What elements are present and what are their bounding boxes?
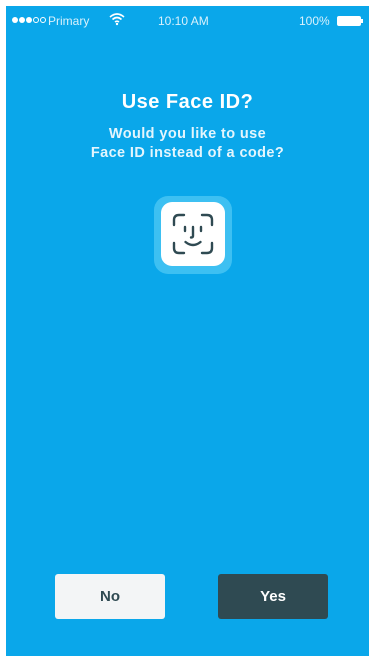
screen: Primary 10:10 AM 100% Use Face ID? Would… bbox=[6, 6, 369, 656]
no-button[interactable]: No bbox=[55, 574, 165, 619]
page-title: Use Face ID? bbox=[121, 91, 254, 113]
status-time: 10:10 AM bbox=[158, 14, 209, 28]
signal-dot bbox=[12, 17, 18, 23]
signal-dot bbox=[19, 17, 25, 23]
signal-dot bbox=[26, 17, 32, 23]
face-id-icon bbox=[161, 202, 225, 266]
signal-dot bbox=[40, 17, 46, 23]
prompt-subtitle: Would you like to use Face ID instead of… bbox=[6, 125, 369, 163]
face-id-tile bbox=[154, 196, 232, 274]
yes-button[interactable]: Yes bbox=[218, 574, 328, 619]
battery-icon bbox=[337, 16, 363, 26]
device-frame: Primary 10:10 AM 100% Use Face ID? Would… bbox=[0, 0, 373, 660]
signal-strength-icon bbox=[12, 17, 46, 23]
signal-dot bbox=[33, 17, 39, 23]
carrier-name: Primary bbox=[48, 14, 90, 28]
subtitle-line: Face ID instead of a code? bbox=[90, 145, 285, 161]
status-bar: Primary 10:10 AM 100% bbox=[6, 6, 369, 38]
subtitle-line: Would you like to use bbox=[108, 126, 267, 142]
wifi-icon bbox=[109, 13, 125, 26]
battery-percentage: 100% bbox=[299, 14, 330, 28]
